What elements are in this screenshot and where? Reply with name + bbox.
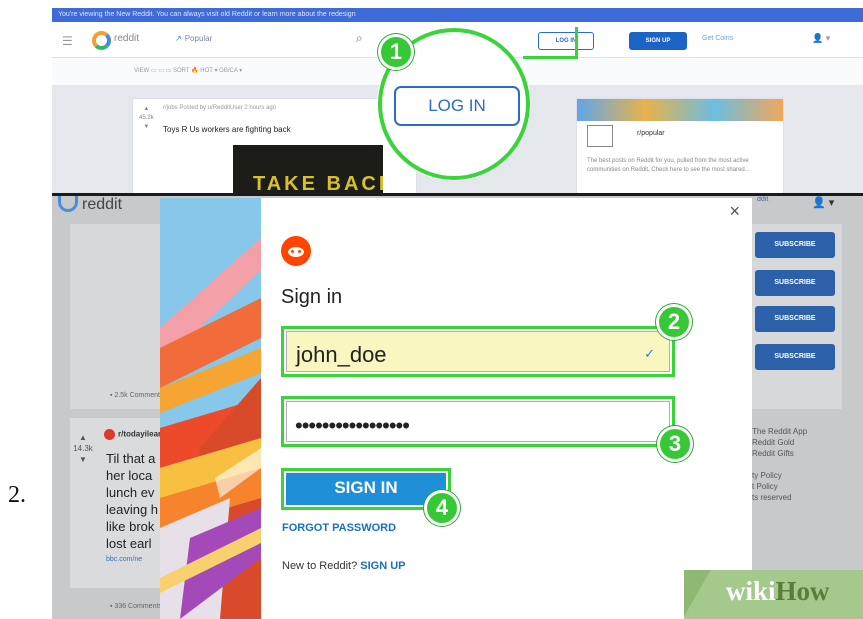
footer-links: The Reddit App Reddit Gold Reddit Gifts … (752, 426, 842, 503)
post-title-line[interactable]: leaving h (106, 502, 158, 517)
get-coins-link[interactable]: Get Coins (702, 35, 733, 42)
login-button-zoomed[interactable]: LOG IN (394, 86, 520, 126)
sidebar-title: r/popular (637, 130, 665, 137)
reddit-logo-icon[interactable] (58, 196, 78, 212)
signin-heading: Sign in (281, 286, 343, 308)
post-image-text: TAKE BACK (253, 173, 383, 194)
watermark-wiki: wiki (726, 576, 776, 606)
watermark-text: wikiHow (726, 576, 830, 607)
signup-button-small[interactable]: SIGN UP (629, 32, 687, 50)
comments-count: 2.5k Comments (114, 392, 164, 399)
post-title-line[interactable]: lost earl (106, 536, 152, 551)
sidebar-description: The best posts on Reddit for you, pulled… (587, 158, 750, 173)
vote-count: 45.2k (139, 115, 154, 121)
comments-count: 336 Comments (114, 603, 162, 610)
snoo-face (288, 247, 304, 257)
post-title-line[interactable]: like brok (106, 519, 154, 534)
user-menu-icon[interactable]: 👤 ▾ (812, 196, 834, 209)
post-meta: r/jobs Posted by u/RedditUser 2 hours ag… (163, 105, 277, 111)
post-link[interactable]: bbc.com/ne (106, 556, 142, 563)
footer-link[interactable]: The Reddit App (752, 426, 842, 437)
reddit-logo-icon[interactable] (92, 31, 111, 50)
trending-icon: ↗ (175, 34, 182, 43)
post-card[interactable]: ▲ 45.2k ▼ r/jobs Posted by u/RedditUser 2 … (132, 98, 417, 194)
subreddit-icon (104, 429, 115, 440)
abstract-art-image (160, 198, 261, 619)
subscribe-button[interactable]: SUBSCRIBE (755, 306, 835, 332)
post-title-line[interactable]: lunch ev (106, 485, 154, 500)
watermark-how: How (775, 576, 830, 606)
snoo-eye (298, 250, 301, 253)
step-number: 2. (8, 482, 26, 508)
signup-prompt: New to Reddit? SIGN UP (282, 560, 406, 572)
reddit-snoo-icon (281, 236, 311, 266)
forgot-password-link[interactable]: FORGOT PASSWORD (282, 522, 396, 534)
user-menu-icon[interactable]: 👤 ▾ (812, 33, 830, 44)
subscribe-button[interactable]: SUBSCRIBE (755, 270, 835, 296)
comments-link[interactable]: ▪ 2.5k Comments (110, 392, 163, 399)
search-icon[interactable]: ⌕ (356, 31, 363, 46)
sort-options[interactable]: VIEW ▭ ▭ ▭ SORT 🔥 HOT ▾ GB/CA ▾ (134, 67, 242, 74)
post-image[interactable]: TAKE BACK (233, 145, 383, 194)
step-badge-1: 1 (378, 34, 414, 70)
vote-count: 14.3k (73, 444, 93, 453)
screenshot-stage: 2. You're viewing the New Reddit. You ca… (0, 0, 863, 619)
step-badge-4: 4 (424, 490, 460, 526)
redesign-banner: You're viewing the New Reddit. You can a… (52, 8, 863, 22)
footer-link[interactable]: t Policy (752, 481, 842, 492)
vote-widget[interactable]: ▲ 45.2k ▼ (139, 105, 154, 132)
username-input[interactable]: john_doe ✓ (286, 331, 670, 372)
check-icon: ✓ (644, 346, 655, 361)
header-link[interactable]: ddit (757, 196, 768, 203)
footer-link[interactable]: Reddit Gifts (752, 448, 842, 459)
password-mask: ••••••••••••••••• (295, 413, 410, 438)
snoo-eye (291, 250, 294, 253)
post-title[interactable]: Toys R Us workers are fighting back (163, 125, 291, 134)
post-title-line[interactable]: Til that a (106, 451, 155, 466)
password-field-highlight: ••••••••••••••••• (281, 396, 675, 447)
subscribe-button[interactable]: SUBSCRIBE (755, 232, 835, 258)
post-title-line[interactable]: her loca (106, 468, 152, 483)
subscribe-button[interactable]: SUBSCRIBE (755, 344, 835, 370)
footer-text: ts reserved (752, 493, 792, 502)
username-value: john_doe (296, 342, 387, 367)
close-icon[interactable]: × (729, 202, 740, 220)
popular-nav[interactable]: ↗ Popular (175, 34, 212, 43)
signup-prompt-text: New to Reddit? (282, 560, 358, 572)
background-post-card (70, 224, 165, 409)
password-input[interactable]: ••••••••••••••••• (286, 401, 670, 442)
menu-icon[interactable]: ☰ (62, 34, 73, 48)
signin-modal: × Sign in john_doe ✓ ••••••••••••••••• S… (160, 198, 752, 619)
footer-link[interactable]: Reddit Gold (752, 437, 842, 448)
popular-label: Popular (184, 34, 213, 43)
logo-text[interactable]: reddit (114, 33, 139, 44)
signup-link[interactable]: SIGN UP (360, 560, 405, 572)
signin-button[interactable]: SIGN IN (286, 473, 446, 505)
modal-artwork (160, 198, 261, 619)
popular-sidebar-card: r/popular The best posts on Reddit for y… (576, 98, 784, 194)
step-badge-2: 2 (656, 304, 692, 340)
comments-link[interactable]: ▪ 336 Comments (110, 603, 162, 610)
sidebar-banner-image (577, 99, 783, 121)
username-field-highlight: john_doe ✓ (281, 326, 675, 377)
footer-link[interactable]: ty Policy (752, 470, 842, 481)
popular-community-icon (587, 125, 613, 147)
callout-pointer (523, 27, 578, 59)
step-badge-3: 3 (657, 426, 693, 462)
logo-text[interactable]: reddit (82, 196, 122, 214)
wikihow-watermark: wikiHow (684, 570, 863, 619)
vote-widget[interactable]: ▲ 14.3k ▼ (72, 432, 94, 465)
bottom-panel: reddit ▪ 2.5k Comments ▲ 14.3k ▼ r/todayil… (52, 196, 863, 619)
footer-spacer (752, 459, 842, 470)
